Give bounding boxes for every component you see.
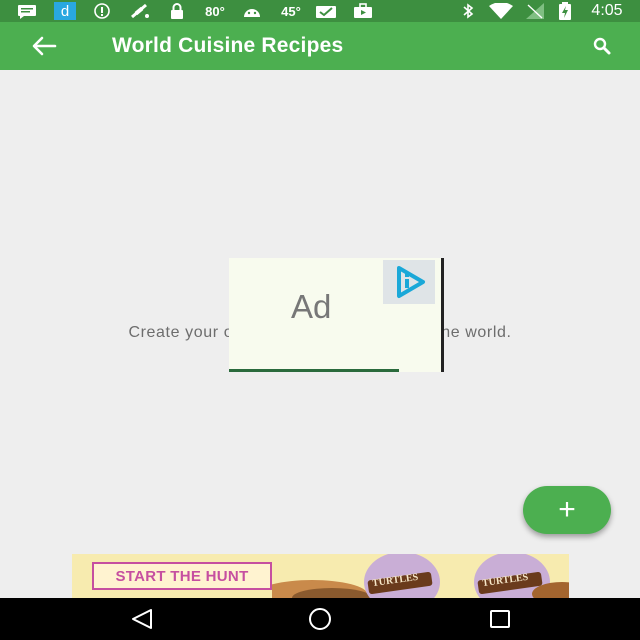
page-title: World Cuisine Recipes: [112, 34, 344, 57]
briefcase-icon: [352, 3, 374, 19]
app-d-icon: d: [54, 2, 76, 20]
temperature-1: 80°: [205, 3, 225, 19]
back-button[interactable]: [22, 28, 66, 64]
square-recents-icon: [490, 610, 510, 628]
ad-overlay[interactable]: Ad: [229, 258, 444, 372]
ad-label: Ad: [291, 288, 332, 325]
add-recipe-button[interactable]: +: [523, 486, 611, 534]
banner-ad[interactable]: START THE HUNT TURTLES TURTLES: [72, 554, 569, 598]
navigation-bar: [0, 598, 640, 640]
arrow-left-icon: [32, 36, 57, 56]
lock-icon: [168, 3, 186, 19]
plus-icon: +: [558, 493, 576, 526]
nav-recents-button[interactable]: [480, 604, 520, 634]
ad-choices-icon[interactable]: [383, 260, 435, 304]
banner-cta-button[interactable]: START THE HUNT: [92, 562, 272, 590]
search-icon: [593, 37, 611, 55]
temperature-2: 45°: [281, 3, 301, 19]
status-bar: d 80° 45° 4:05: [0, 0, 640, 22]
search-button[interactable]: [584, 32, 620, 60]
wifi-icon: [488, 3, 514, 19]
triangle-back-icon: [132, 609, 152, 629]
clock-time: 4:05: [591, 2, 623, 19]
info-icon: [92, 3, 112, 19]
android-icon: [242, 3, 262, 19]
photo-check-icon: [314, 3, 338, 19]
app-bar: World Cuisine Recipes: [0, 22, 640, 70]
ad-divider: [229, 369, 399, 372]
circle-home-icon: [309, 608, 331, 630]
no-signal-icon: [524, 3, 546, 19]
nav-home-button[interactable]: [300, 604, 340, 634]
satellite-icon: [128, 3, 152, 19]
message-icon: [16, 3, 38, 19]
nav-back-button[interactable]: [122, 604, 162, 634]
bluetooth-icon: [460, 3, 476, 19]
battery-charging-icon: [556, 2, 574, 20]
